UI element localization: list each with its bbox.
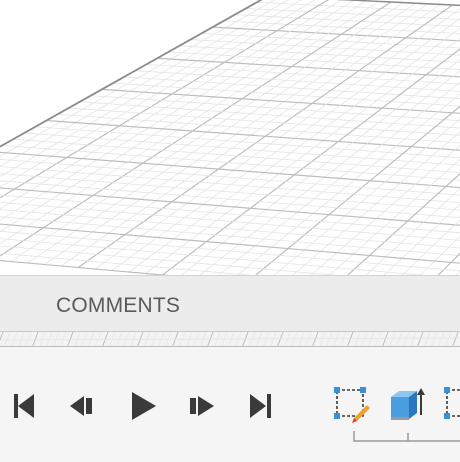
canvas-viewport[interactable] <box>0 0 460 275</box>
ground-grid <box>0 0 460 275</box>
comments-panel[interactable]: COMMENTS <box>0 275 460 331</box>
comments-label: COMMENTS <box>56 294 181 317</box>
sketch-edit-icon <box>334 387 370 423</box>
step-forward-icon <box>190 396 214 416</box>
viewport-strip <box>0 331 460 347</box>
sketch-icon <box>444 387 460 419</box>
timeline-feature-sketch-2[interactable] <box>442 385 460 425</box>
skip-to-start-icon <box>14 394 34 418</box>
step-back-icon <box>70 396 92 416</box>
go-to-start-button[interactable] <box>8 389 42 423</box>
play-icon <box>132 392 156 420</box>
step-back-button[interactable] <box>66 389 100 423</box>
go-to-end-button[interactable] <box>244 389 278 423</box>
extrude-icon <box>391 388 425 420</box>
step-forward-button[interactable] <box>184 389 218 423</box>
timeline-panel <box>0 347 460 462</box>
feature-group-bracket <box>353 431 460 442</box>
timeline-feature-extrude[interactable] <box>388 385 426 425</box>
play-button[interactable] <box>126 389 160 423</box>
skip-to-end-icon <box>250 394 271 418</box>
timeline-feature-sketch[interactable] <box>332 385 370 425</box>
